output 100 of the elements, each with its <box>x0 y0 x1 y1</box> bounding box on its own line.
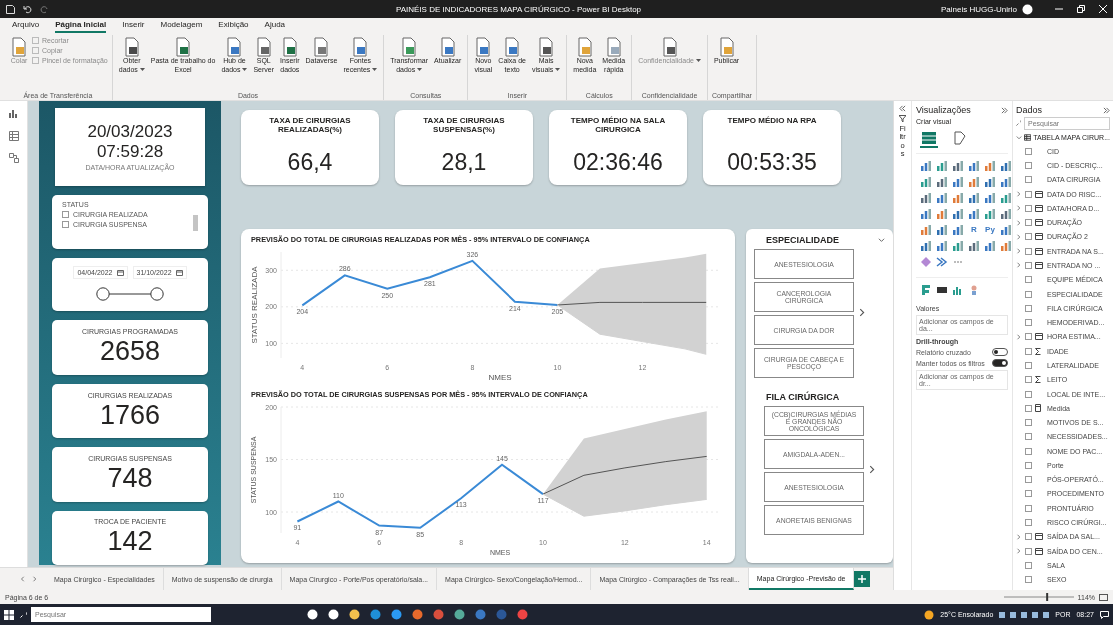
chart-type-icon[interactable] <box>936 224 948 236</box>
custom-visual-icon[interactable] <box>936 284 948 296</box>
undo-icon[interactable] <box>23 4 32 14</box>
chevron-down-icon[interactable] <box>878 236 885 244</box>
menu-tab[interactable]: Exibição <box>218 20 249 33</box>
checkbox[interactable] <box>1025 390 1032 398</box>
menu-tab[interactable]: Arquivo <box>12 20 40 33</box>
chart-type-icon[interactable] <box>984 192 996 204</box>
chart-type-icon[interactable] <box>936 176 948 188</box>
checkbox[interactable] <box>1025 147 1032 155</box>
menu-tab[interactable]: Página Inicial <box>55 20 107 33</box>
fit-page-icon[interactable] <box>1099 593 1108 601</box>
chevron-right-icon[interactable] <box>1016 333 1022 340</box>
redo-icon[interactable] <box>40 4 49 14</box>
sun-icon[interactable] <box>924 609 935 620</box>
menu-tab[interactable]: Modelagem <box>160 20 203 33</box>
checkbox[interactable] <box>1025 361 1032 369</box>
slider-handle[interactable] <box>150 286 164 301</box>
menu-tab[interactable]: Inserir <box>122 20 145 33</box>
chevron-right-icon[interactable] <box>1016 548 1022 555</box>
chart-type-icon[interactable] <box>920 240 932 252</box>
zoom-thumb[interactable] <box>1045 593 1048 601</box>
chart-type-icon[interactable] <box>984 160 996 172</box>
table-view-icon[interactable] <box>8 131 19 141</box>
chart-type-icon[interactable] <box>984 176 996 188</box>
chart-type-icon[interactable] <box>936 240 948 252</box>
chart-type-icon[interactable] <box>920 176 932 188</box>
checkbox[interactable] <box>1025 519 1032 527</box>
checkbox[interactable] <box>1025 476 1032 484</box>
checkbox[interactable] <box>1025 276 1032 284</box>
checkbox[interactable] <box>1025 204 1032 212</box>
checkbox[interactable] <box>1025 219 1032 227</box>
menu-tab[interactable]: Ajuda <box>264 20 286 33</box>
chart-type-icon[interactable] <box>920 192 932 204</box>
expand-icon[interactable] <box>1103 106 1110 114</box>
checkbox[interactable] <box>1025 504 1032 512</box>
checkbox[interactable] <box>1025 333 1032 341</box>
chart-type-icon[interactable] <box>1000 208 1012 220</box>
chart-type-icon[interactable] <box>936 208 948 220</box>
checkbox[interactable] <box>1025 233 1032 241</box>
chart-type-icon[interactable] <box>968 160 980 172</box>
checkbox[interactable] <box>1025 176 1032 184</box>
chart-type-icon[interactable] <box>920 256 932 268</box>
toggle-switch[interactable] <box>992 359 1008 367</box>
chart-type-icon[interactable] <box>952 192 964 204</box>
model-view-icon[interactable] <box>8 153 19 163</box>
close-icon[interactable] <box>1099 5 1107 13</box>
checkbox[interactable] <box>1025 247 1032 255</box>
save-icon[interactable] <box>6 4 15 14</box>
checkbox[interactable] <box>1025 262 1032 269</box>
chart-type-icon[interactable] <box>968 240 980 252</box>
app-icon[interactable] <box>328 609 339 620</box>
checkbox[interactable] <box>1025 461 1032 469</box>
chart-type-icon[interactable] <box>968 208 980 220</box>
script-visual-icon[interactable]: Py <box>984 224 996 236</box>
checkbox[interactable] <box>1025 319 1032 327</box>
checkbox[interactable] <box>1025 533 1032 541</box>
checkbox[interactable] <box>1025 162 1032 169</box>
calendar-icon[interactable] <box>175 268 183 276</box>
checkbox[interactable] <box>62 220 69 228</box>
expand-icon[interactable] <box>1001 106 1008 114</box>
app-icon[interactable] <box>454 609 465 620</box>
checkbox[interactable] <box>1025 576 1032 584</box>
calendar-icon[interactable] <box>116 268 124 276</box>
scrollbar[interactable] <box>193 214 198 231</box>
chart-type-icon[interactable] <box>920 224 932 236</box>
chart-type-icon[interactable] <box>936 160 948 172</box>
format-icon[interactable] <box>952 130 968 146</box>
checkbox[interactable] <box>1025 347 1032 355</box>
chart-type-icon[interactable] <box>936 192 948 204</box>
next-icon[interactable] <box>868 464 877 474</box>
collapse-icon[interactable] <box>899 105 906 112</box>
avatar-icon[interactable] <box>1022 3 1033 15</box>
checkbox[interactable] <box>1025 290 1032 298</box>
chart-type-icon[interactable] <box>952 224 964 236</box>
slider-handle[interactable] <box>96 286 110 301</box>
checkbox[interactable] <box>1025 433 1032 441</box>
report-view-icon[interactable] <box>8 109 19 119</box>
checkbox[interactable] <box>1025 304 1032 312</box>
checkbox[interactable] <box>1025 561 1032 569</box>
checkbox[interactable] <box>1025 419 1032 427</box>
checkbox[interactable] <box>1025 404 1032 412</box>
app-icon[interactable] <box>349 609 360 620</box>
notification-icon[interactable] <box>1100 610 1109 619</box>
next-icon[interactable] <box>858 307 867 317</box>
chart-type-icon[interactable] <box>920 208 932 220</box>
chart-type-icon[interactable] <box>952 240 964 252</box>
chart-type-icon[interactable] <box>952 208 964 220</box>
chart-type-icon[interactable] <box>968 192 980 204</box>
tray-icons[interactable] <box>999 610 1050 619</box>
checkbox[interactable] <box>1025 190 1032 198</box>
chart-type-icon[interactable] <box>1000 224 1012 236</box>
chart-type-icon[interactable] <box>984 208 996 220</box>
add-page-button[interactable] <box>854 571 871 587</box>
app-icon[interactable] <box>307 609 318 620</box>
chevron-right-icon[interactable] <box>1016 533 1022 540</box>
filter-icon[interactable] <box>899 115 906 122</box>
chart-type-icon[interactable] <box>968 176 980 188</box>
chart-type-icon[interactable] <box>952 160 964 172</box>
windows-icon[interactable] <box>4 609 14 620</box>
